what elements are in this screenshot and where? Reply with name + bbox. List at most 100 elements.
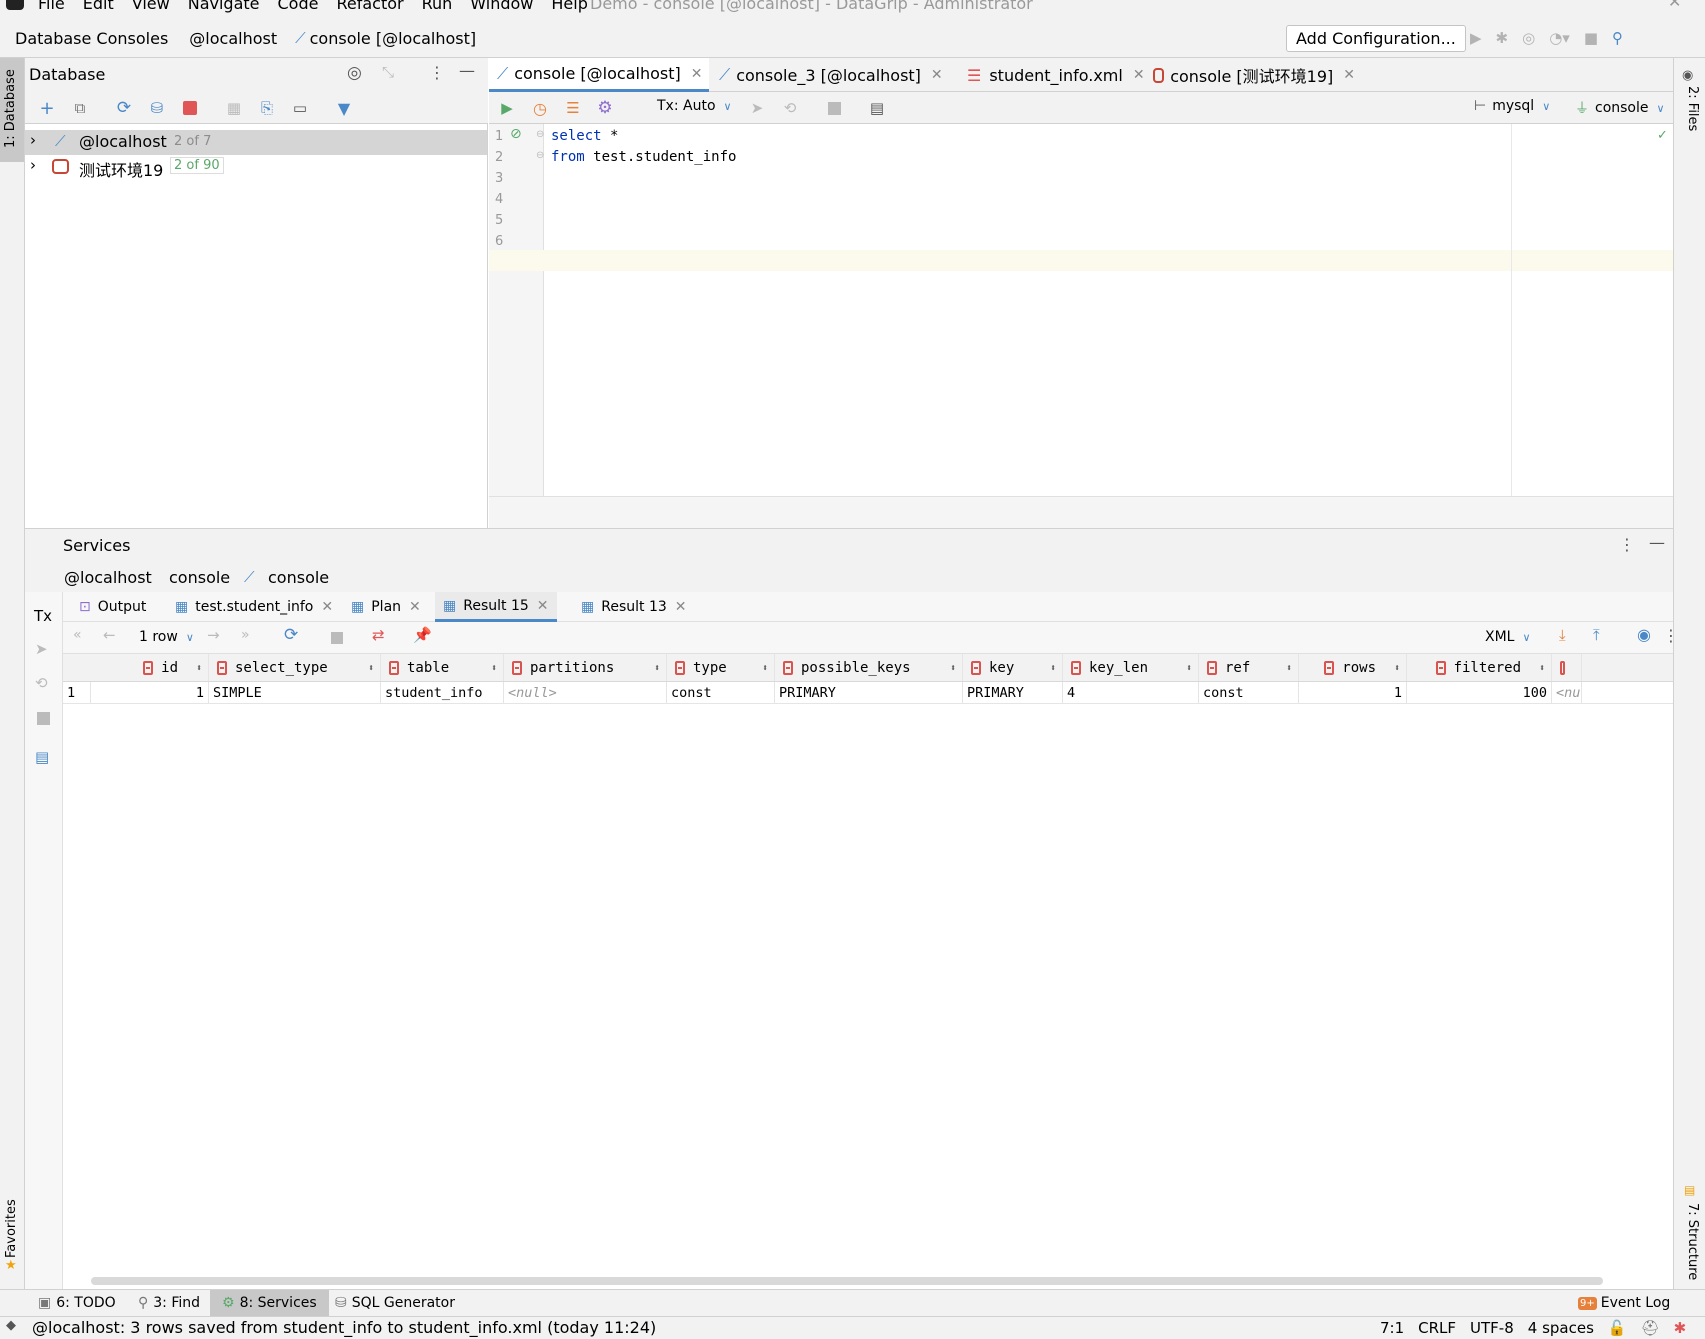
sort-icon[interactable]: ⬍ [1394,663,1400,674]
column-header[interactable]: select_type ⬍ [209,654,381,681]
tab-console-3[interactable]: ⟋ console_3 [@localhost] ✕ [711,58,961,92]
column-header[interactable]: key_len ⬍ [1063,654,1199,681]
sort-icon[interactable]: ⬍ [368,663,374,674]
add-configuration-button[interactable]: Add Configuration... [1286,25,1466,52]
commit-icon[interactable]: ➤ [745,96,769,120]
last-page-icon[interactable]: » [241,627,250,643]
chevron-right-icon[interactable]: › [30,131,36,149]
stop-icon[interactable]: ■ [1584,29,1598,47]
table-cell[interactable]: PRIMARY [963,682,1063,703]
close-tab-icon[interactable]: ✕ [675,599,687,615]
search-everywhere-icon[interactable]: ⚲ [1612,29,1623,47]
sort-icon[interactable]: ⬍ [1050,663,1056,674]
column-header[interactable] [1552,654,1582,681]
rollback-icon[interactable]: ⟲ [35,674,48,692]
menu-item[interactable]: Navigate [188,0,260,13]
refresh-icon[interactable]: ⟳ [112,96,136,120]
next-page-icon[interactable]: → [207,626,220,644]
download-icon[interactable]: ⤓ [1559,626,1566,644]
column-header[interactable]: ref ⬍ [1199,654,1299,681]
services-crumb-console-session[interactable]: console [268,568,329,587]
close-tab-icon[interactable]: ✕ [321,599,333,615]
tab-result-13[interactable]: ▦ Result 13 ✕ [581,592,687,622]
close-window-icon[interactable]: ✕ [1668,0,1681,11]
column-header[interactable]: possible_keys ⬍ [775,654,963,681]
menu-item[interactable]: Run [422,0,453,13]
tree-node-test-env[interactable]: › 测试环境19 2 of 90 [25,155,487,180]
pin-icon[interactable]: 📌 [413,626,432,644]
close-tab-icon[interactable]: ✕ [931,67,943,83]
status-message[interactable]: @localhost: 3 rows saved from student_in… [32,1318,656,1337]
settings-sliders-icon[interactable]: ☰ [561,96,585,120]
table-cell[interactable]: 1 [91,682,209,703]
table-cell[interactable]: 100 [1407,682,1552,703]
fold-icon[interactable]: ⊖ [536,129,544,140]
sort-icon[interactable]: ⬍ [654,663,660,674]
tx-mode-dropdown[interactable]: Tx: Auto ∨ [657,98,732,114]
tab-console-test-env[interactable]: console [测试环境19] ✕ [1145,58,1363,92]
add-icon[interactable]: + [35,96,59,120]
table-cell[interactable]: 1 [1299,682,1407,703]
menu-item[interactable]: Window [470,0,533,13]
inspector-icon[interactable]: ⛑ [1641,1319,1660,1337]
table-row[interactable]: 1 1 SIMPLE student_info <null> const PRIMARY PR… [63,682,1673,704]
menu-item[interactable]: View [132,0,170,13]
stop-icon[interactable] [822,96,846,120]
close-tab-icon[interactable]: ✕ [409,599,421,615]
run-config-icon[interactable]: ▶ [1470,29,1482,47]
execute-icon[interactable]: ▶ [495,96,519,120]
tab-console-localhost[interactable]: ⟋ console [@localhost] ✕ [489,58,709,92]
file-encoding[interactable]: UTF-8 [1470,1319,1514,1337]
breadcrumb-console[interactable]: console [@localhost] [310,29,477,48]
debug-icon[interactable]: ✱ [1496,29,1509,47]
close-tab-icon[interactable]: ✕ [537,598,549,614]
lock-icon[interactable]: 🔓 [1608,1319,1627,1337]
table-view-icon[interactable]: ▦ [222,96,246,120]
console-icon[interactable]: ▭ [288,96,312,120]
commit-icon[interactable]: ➤ [35,640,48,658]
caret-position[interactable]: 7:1 [1380,1319,1404,1337]
column-header[interactable]: table ⬍ [381,654,504,681]
tool-tab-find[interactable]: ⚲ 3: Find [138,1290,200,1316]
menu-item[interactable]: Code [278,0,319,13]
sort-icon[interactable]: ⬍ [762,663,768,674]
results-layout-icon[interactable]: ▤ [865,96,889,120]
chevron-right-icon[interactable]: › [30,156,36,174]
duplicate-icon[interactable]: ⧉ [68,96,92,120]
sort-icon[interactable]: ⬍ [196,663,202,674]
table-cell[interactable]: const [1199,682,1299,703]
gear-icon[interactable]: ⚙ [593,96,617,120]
first-page-icon[interactable]: « [73,627,82,643]
services-crumb-localhost[interactable]: @localhost [64,568,152,587]
files-tool-label[interactable]: 2: Files [1685,86,1700,131]
tx-label[interactable]: Tx [34,607,52,625]
services-crumb-console[interactable]: console [169,568,230,587]
hide-panel-icon[interactable]: — [459,61,475,80]
tool-tab-services[interactable]: ⚙ 8: Services [210,1290,329,1316]
target-icon[interactable]: ◎ [347,63,362,83]
status-tools-icon[interactable]: ◆ [6,1318,16,1333]
column-header[interactable]: filtered ⬍ [1407,654,1552,681]
table-cell[interactable]: const [667,682,775,703]
close-tab-icon[interactable]: ✕ [1343,67,1355,83]
profile-icon[interactable]: ◔▾ [1549,29,1570,47]
coverage-icon[interactable]: ◎ [1522,29,1535,47]
sort-icon[interactable]: ⬍ [950,663,956,674]
edit-source-icon[interactable]: ⎘ [255,96,279,120]
tool-tab-todo[interactable]: ▣ 6: TODO [38,1290,116,1316]
format-dropdown[interactable]: XML ∨ [1485,629,1531,645]
stop-icon[interactable] [178,96,202,120]
refresh-icon[interactable]: ⟳ [284,625,298,645]
filter-icon[interactable]: ▼ [332,96,356,120]
menu-item[interactable]: Refactor [336,0,403,13]
menu-item[interactable]: Edit [83,0,114,13]
event-log-button[interactable]: 9+ Event Log [1578,1290,1670,1316]
table-cell[interactable]: student_info [381,682,504,703]
structure-tool-label[interactable]: 7: Structure [1685,1203,1700,1280]
stop-icon[interactable] [331,632,343,644]
prev-page-icon[interactable]: ← [103,626,116,644]
fold-icon[interactable]: ⊖ [536,150,544,161]
tool-tab-sql-generator[interactable]: ⛁ SQL Generator [335,1290,455,1316]
collapse-all-icon[interactable]: ⤡ [382,63,394,81]
more-options-icon[interactable]: ⋮ [1619,535,1635,554]
